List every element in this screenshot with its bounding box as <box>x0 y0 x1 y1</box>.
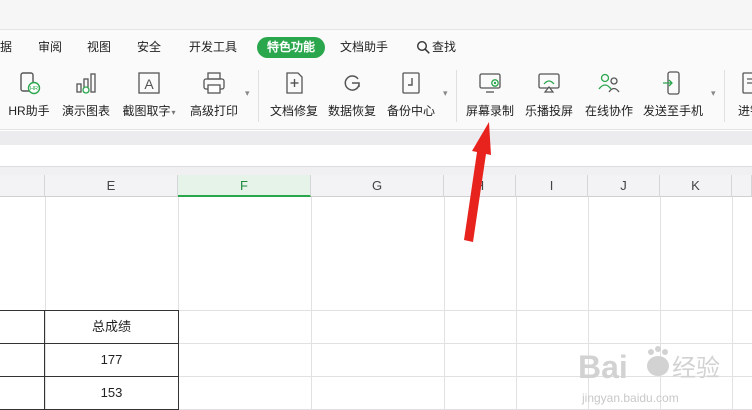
screen-record-button[interactable]: 屏幕录制 <box>462 68 518 124</box>
screen-record-label: 屏幕录制 <box>465 104 514 118</box>
demo-chart-label: 演示图表 <box>61 104 110 118</box>
backup-center-button[interactable]: 备份中心 <box>382 68 440 124</box>
watermark-brand: Bai <box>578 349 628 385</box>
ribbon-separator <box>258 70 259 122</box>
menu-item-review[interactable]: 审阅 <box>38 38 62 56</box>
column-header-i[interactable]: I <box>516 175 588 197</box>
screenshot-text-button[interactable]: A 截图取字▾ <box>118 68 180 124</box>
title-bar <box>0 0 752 30</box>
menu-bar: 据 审阅 视图 安全 开发工具 特色功能 文档助手 查找 <box>0 30 752 62</box>
advanced-print-label: 高级打印 <box>189 104 238 118</box>
screen-record-icon <box>479 73 501 93</box>
screenshot-text-label: 截图取字 <box>122 104 171 118</box>
doc-repair-icon <box>286 72 303 94</box>
inventory-button[interactable]: 进销 <box>730 68 752 124</box>
send-to-phone-button[interactable]: 发送至手机 <box>640 68 706 124</box>
data-recovery-label: 数据恢复 <box>327 104 376 118</box>
search-icon <box>416 40 430 54</box>
inventory-label: 进销 <box>737 104 752 118</box>
more-dropdown-icon[interactable]: ▾ <box>245 88 250 99</box>
column-header-g[interactable]: G <box>311 175 444 197</box>
menu-item-data[interactable]: 据 <box>0 38 12 56</box>
inventory-icon <box>742 72 752 94</box>
screenshot-text-icon: A <box>138 72 160 94</box>
doc-repair-label: 文档修复 <box>269 104 318 118</box>
svg-text:A: A <box>144 76 154 92</box>
column-header-f[interactable]: F <box>178 175 311 197</box>
column-header-j[interactable]: J <box>588 175 660 197</box>
cell-e-value-2[interactable]: 153 <box>45 376 178 409</box>
doc-repair-button[interactable]: 文档修复 <box>265 68 323 124</box>
advanced-print-button[interactable]: 高级打印 <box>186 68 242 124</box>
grid-line <box>444 197 445 410</box>
search-label: 查找 <box>432 40 457 54</box>
menu-item-developer[interactable]: 开发工具 <box>189 38 237 56</box>
baidu-jingyan-watermark: Bai 经验 jingyan.baidu.com <box>578 346 720 405</box>
hr-assistant-icon: HR <box>20 72 41 95</box>
menu-item-special-features[interactable]: 特色功能 <box>257 37 326 58</box>
hr-assistant-label: HR助手 <box>8 104 50 118</box>
online-collaboration-label: 在线协作 <box>584 104 633 118</box>
collaboration-icon <box>598 73 620 93</box>
backup-center-icon <box>402 72 420 94</box>
more-dropdown-icon[interactable]: ▾ <box>711 88 716 99</box>
formula-bar[interactable] <box>0 145 752 167</box>
column-header-e[interactable]: E <box>45 175 178 197</box>
printer-icon <box>203 72 225 94</box>
watermark-brand-2: 经验 <box>672 354 720 382</box>
grid-line <box>516 197 517 410</box>
column-header-k[interactable]: K <box>660 175 732 197</box>
hr-assistant-button[interactable]: HR HR助手 <box>4 68 54 124</box>
cast-screen-icon <box>538 73 560 93</box>
menu-search[interactable]: 查找 <box>416 38 456 56</box>
grid-line <box>311 197 312 410</box>
ribbon-toolbar: HR HR助手 演示图表 A 截图取字▾ 高级打印 ▾ 文档修复 数据恢复 备份… <box>0 62 752 130</box>
send-to-phone-label: 发送至手机 <box>642 104 703 118</box>
paw-icon <box>647 346 669 376</box>
menu-item-doc-assistant[interactable]: 文档助手 <box>340 38 388 56</box>
backup-center-label: 备份中心 <box>386 104 435 118</box>
svg-text:HR: HR <box>30 86 38 92</box>
cast-screen-button[interactable]: 乐播投屏 <box>521 68 577 124</box>
more-dropdown-icon[interactable]: ▾ <box>443 88 448 99</box>
data-recovery-button[interactable]: 数据恢复 <box>325 68 379 124</box>
demo-chart-icon <box>76 73 96 94</box>
cell-e-total-score-header[interactable]: 总成绩 <box>45 310 178 343</box>
watermark-url: jingyan.baidu.com <box>581 391 679 405</box>
ribbon-gap <box>0 131 752 145</box>
sheet-top-strip <box>0 167 752 175</box>
online-collaboration-button[interactable]: 在线协作 <box>581 68 637 124</box>
menu-item-view[interactable]: 视图 <box>87 38 111 56</box>
send-to-phone-icon <box>663 71 680 95</box>
demo-chart-button[interactable]: 演示图表 <box>58 68 114 124</box>
cell-e-value-1[interactable]: 177 <box>45 343 178 376</box>
column-header-blank[interactable] <box>0 175 45 197</box>
table-border <box>178 310 179 410</box>
column-header-h[interactable]: H <box>444 175 516 197</box>
ribbon-separator <box>724 70 725 122</box>
ribbon-separator <box>456 70 457 122</box>
column-header-partial[interactable] <box>732 175 752 197</box>
chevron-down-icon[interactable]: ▾ <box>172 108 176 117</box>
menu-item-security[interactable]: 安全 <box>137 38 161 56</box>
data-recovery-icon <box>344 75 360 91</box>
cast-screen-label: 乐播投屏 <box>524 104 573 118</box>
